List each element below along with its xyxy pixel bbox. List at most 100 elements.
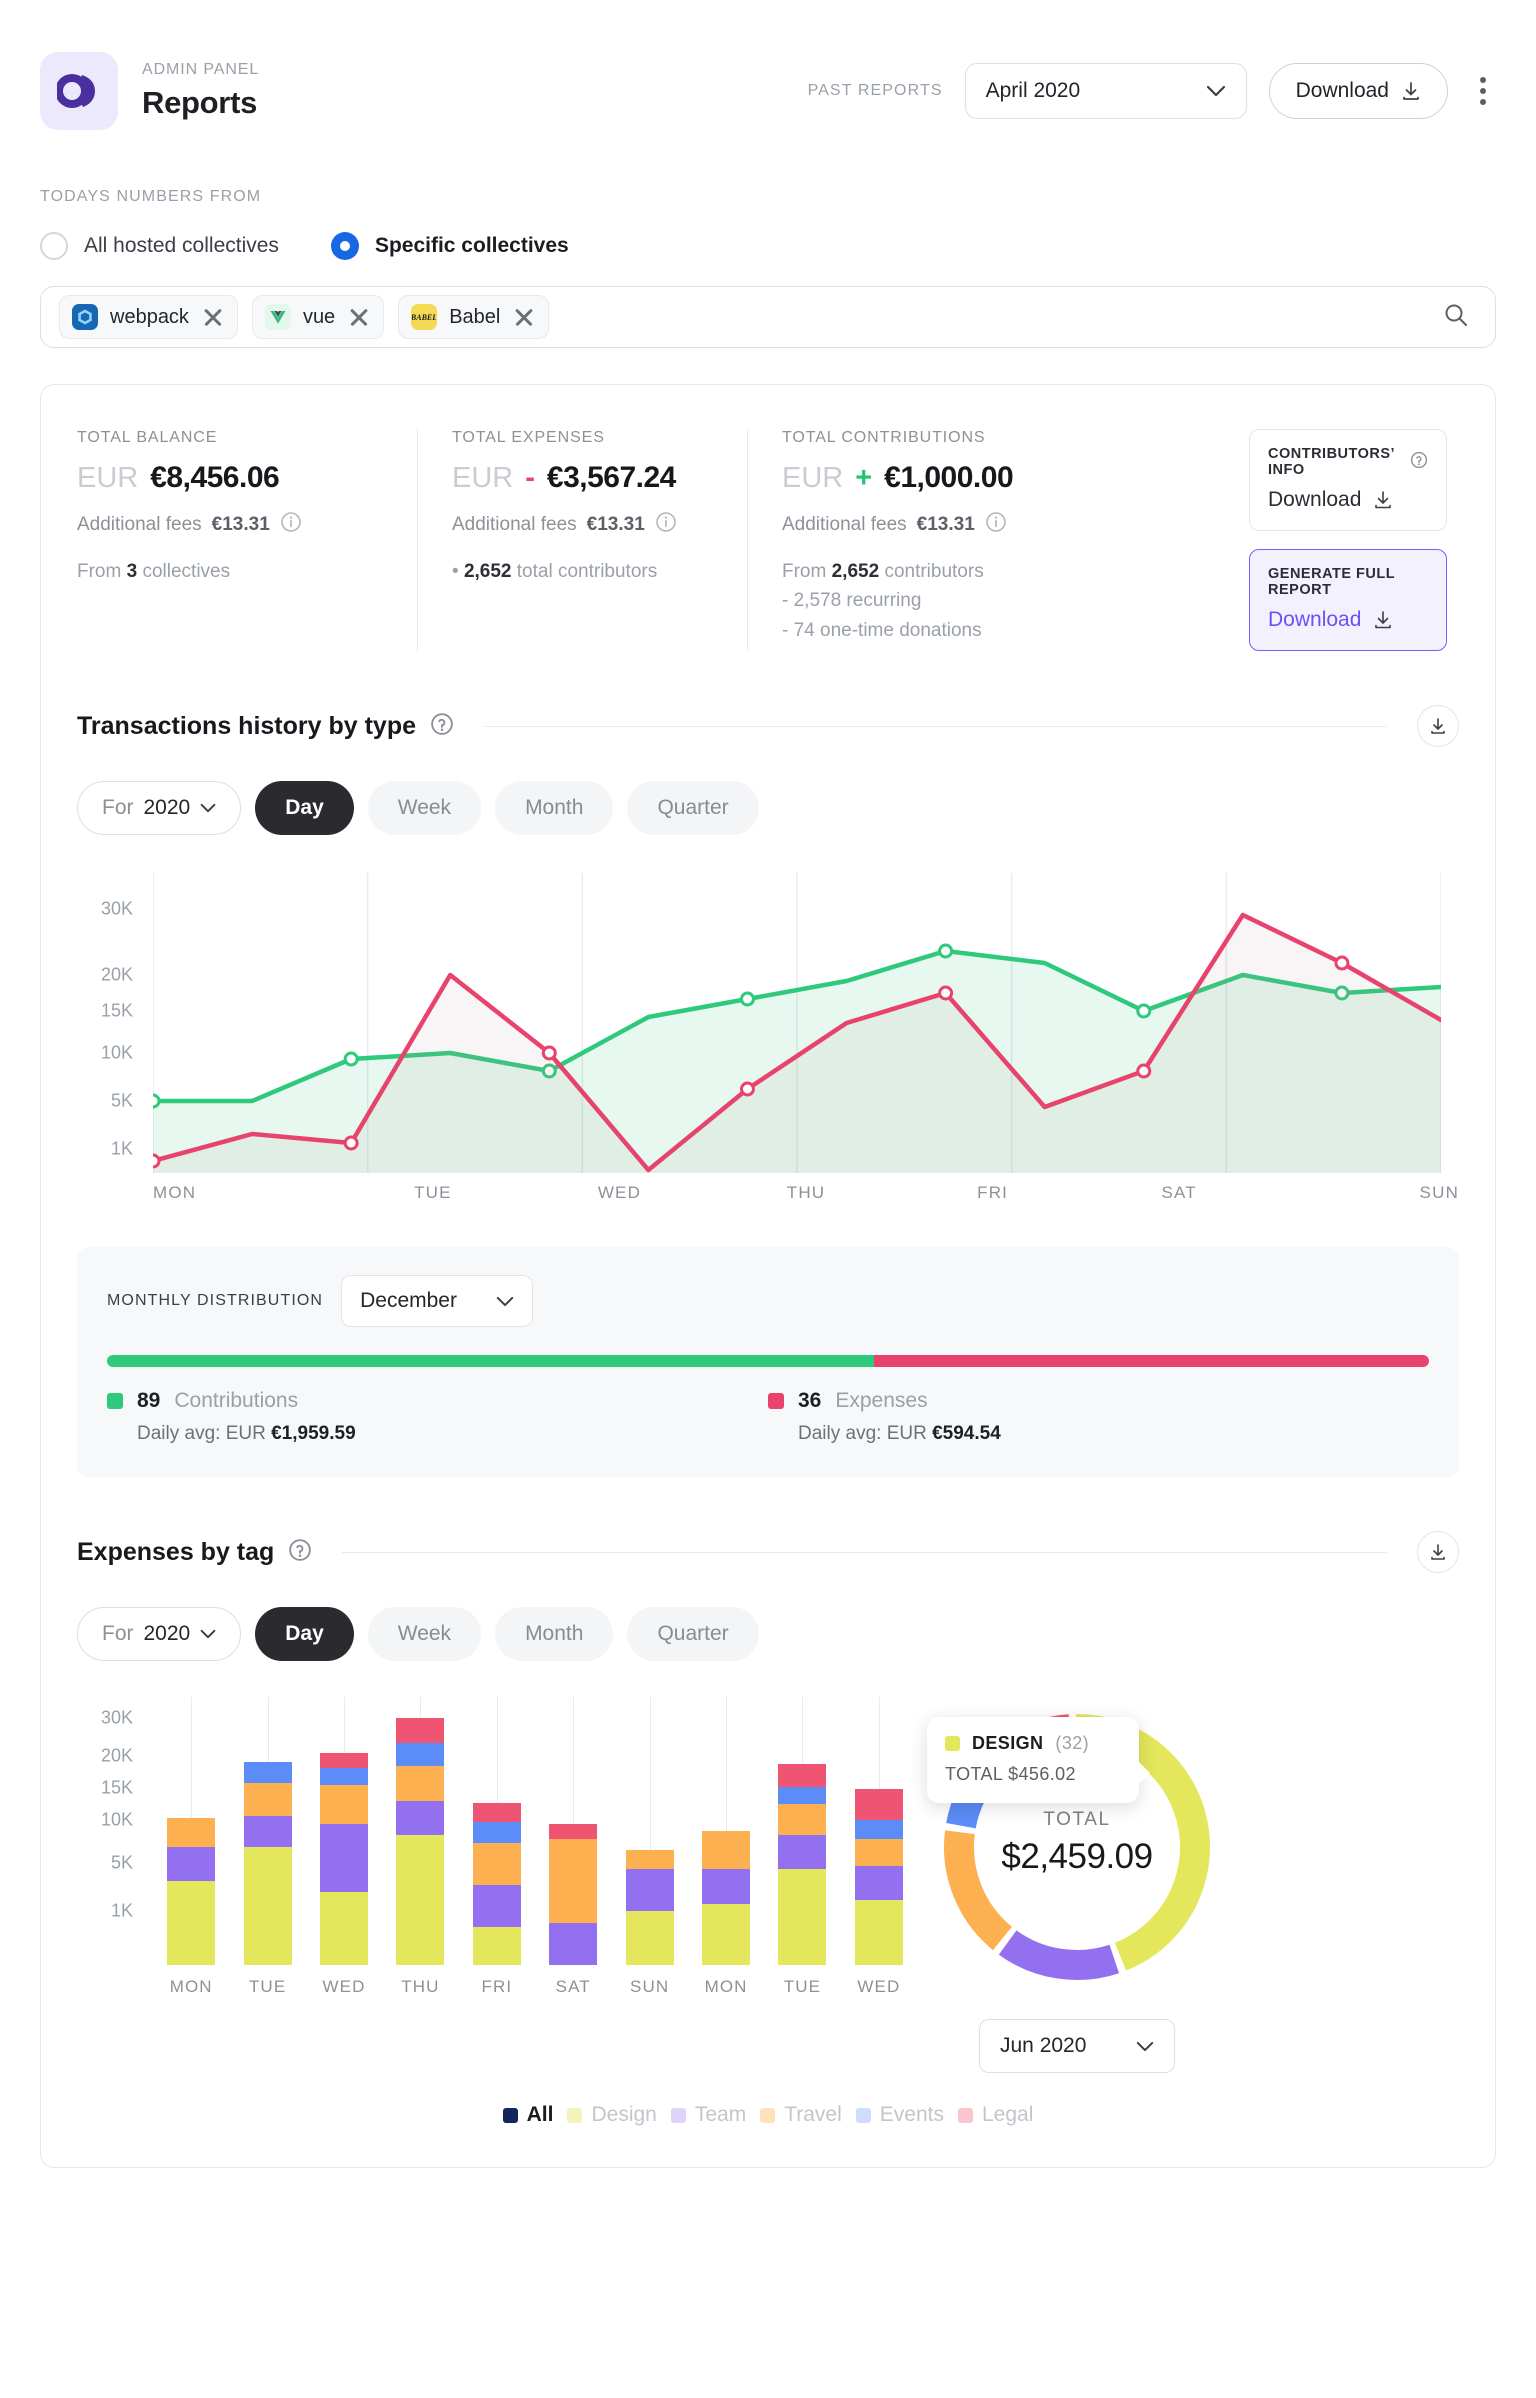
legend-item-legal[interactable]: Legal (958, 2103, 1033, 2127)
bar-segment-travel[interactable] (626, 1850, 674, 1869)
bar-segment-travel[interactable] (473, 1843, 521, 1885)
bar-segment-team[interactable] (473, 1885, 521, 1927)
bar-segment-design[interactable] (396, 1835, 444, 1965)
help-icon[interactable] (288, 1538, 312, 1567)
bar-segment-legal[interactable] (473, 1803, 521, 1822)
radio-specific-collectives[interactable]: Specific collectives (331, 232, 569, 260)
bar-column[interactable] (611, 1697, 687, 1965)
bar-segment-legal[interactable] (320, 1753, 368, 1768)
bar-column[interactable] (229, 1697, 305, 1965)
search-icon[interactable] (1443, 302, 1469, 333)
bar-column[interactable] (153, 1697, 229, 1965)
range-tab-month[interactable]: Month (495, 781, 613, 835)
bar-segment-events[interactable] (855, 1820, 903, 1839)
bar-segment-legal[interactable] (549, 1824, 597, 1839)
legend-item-design[interactable]: Design (567, 2103, 656, 2127)
expenses-range-tab-week[interactable]: Week (368, 1607, 481, 1661)
bar-column[interactable] (459, 1697, 535, 1965)
bar-column[interactable] (306, 1697, 382, 1965)
stacked-bar[interactable] (778, 1764, 826, 1965)
legend-item-events[interactable]: Events (856, 2103, 944, 2127)
bar-segment-team[interactable] (549, 1923, 597, 1965)
bar-segment-team[interactable] (626, 1869, 674, 1911)
range-tab-week[interactable]: Week (368, 781, 481, 835)
past-reports-select[interactable]: April 2020 (965, 63, 1247, 119)
collective-chip-vue[interactable]: vue (252, 295, 384, 339)
bar-segment-design[interactable] (244, 1847, 292, 1966)
collective-search-bar[interactable]: webpack vue BABEL Babel (40, 286, 1496, 348)
expenses-range-tab-month[interactable]: Month (495, 1607, 613, 1661)
bar-segment-legal[interactable] (396, 1718, 444, 1743)
info-icon[interactable] (655, 511, 677, 539)
bar-segment-design[interactable] (855, 1900, 903, 1965)
bar-segment-design[interactable] (702, 1904, 750, 1965)
expenses-range-tab-day[interactable]: Day (255, 1607, 354, 1661)
bar-segment-team[interactable] (320, 1824, 368, 1893)
transactions-download-button[interactable] (1417, 705, 1459, 747)
range-tab-day[interactable]: Day (255, 781, 354, 835)
stacked-bar[interactable] (320, 1753, 368, 1965)
bar-segment-design[interactable] (320, 1892, 368, 1965)
radio-all-hosted-collectives[interactable]: All hosted collectives (40, 232, 279, 260)
bar-segment-travel[interactable] (244, 1783, 292, 1815)
distribution-month-select[interactable]: December (341, 1275, 533, 1327)
bar-segment-team[interactable] (702, 1869, 750, 1903)
bar-segment-team[interactable] (855, 1866, 903, 1900)
bar-segment-travel[interactable] (702, 1831, 750, 1869)
bar-column[interactable] (688, 1697, 764, 1965)
bar-segment-travel[interactable] (855, 1839, 903, 1866)
bar-segment-events[interactable] (778, 1787, 826, 1804)
bar-segment-team[interactable] (396, 1801, 444, 1835)
donut-month-select[interactable]: Jun 2020 (979, 2019, 1175, 2073)
bar-segment-events[interactable] (396, 1743, 444, 1766)
generate-full-report-card[interactable]: GENERATE FULL REPORT Download (1249, 549, 1447, 651)
stacked-bar[interactable] (702, 1831, 750, 1965)
bar-segment-travel[interactable] (167, 1818, 215, 1847)
more-options-button[interactable] (1470, 71, 1496, 111)
stacked-bar[interactable] (167, 1818, 215, 1965)
bar-column[interactable] (535, 1697, 611, 1965)
bar-segment-events[interactable] (473, 1822, 521, 1843)
bar-segment-travel[interactable] (549, 1839, 597, 1923)
bar-segment-events[interactable] (244, 1762, 292, 1783)
expenses-year-select[interactable]: For 2020 (77, 1607, 241, 1661)
remove-chip-icon[interactable] (201, 305, 225, 329)
contributors-info-card[interactable]: CONTRIBUTORS’ INFO Download (1249, 429, 1447, 531)
help-icon[interactable] (430, 712, 454, 741)
collective-chip-webpack[interactable]: webpack (59, 295, 238, 339)
expenses-download-button[interactable] (1417, 1531, 1459, 1573)
bar-segment-team[interactable] (778, 1835, 826, 1869)
bar-segment-team[interactable] (167, 1847, 215, 1881)
bar-segment-design[interactable] (626, 1911, 674, 1965)
stacked-bar[interactable] (855, 1789, 903, 1965)
download-button[interactable]: Download (1269, 63, 1448, 119)
stacked-bar[interactable] (626, 1850, 674, 1965)
bar-segment-team[interactable] (244, 1816, 292, 1847)
stacked-bar[interactable] (549, 1824, 597, 1965)
bar-column[interactable] (841, 1697, 917, 1965)
legend-item-team[interactable]: Team (671, 2103, 746, 2127)
legend-item-all[interactable]: All (503, 2103, 554, 2127)
bar-segment-travel[interactable] (396, 1766, 444, 1800)
bar-segment-legal[interactable] (855, 1789, 903, 1820)
bar-column[interactable] (764, 1697, 840, 1965)
bar-segment-design[interactable] (473, 1927, 521, 1965)
range-tab-quarter[interactable]: Quarter (627, 781, 758, 835)
bar-segment-travel[interactable] (778, 1804, 826, 1835)
transactions-year-select[interactable]: For 2020 (77, 781, 241, 835)
bar-segment-legal[interactable] (778, 1764, 826, 1787)
collective-chip-babel[interactable]: BABEL Babel (398, 295, 549, 339)
bar-segment-design[interactable] (778, 1869, 826, 1965)
stacked-bar[interactable] (244, 1762, 292, 1965)
help-icon[interactable] (1410, 451, 1428, 473)
info-icon[interactable] (280, 511, 302, 539)
info-icon[interactable] (985, 511, 1007, 539)
legend-item-travel[interactable]: Travel (760, 2103, 842, 2127)
bar-column[interactable] (382, 1697, 458, 1965)
remove-chip-icon[interactable] (512, 305, 536, 329)
stacked-bar[interactable] (396, 1718, 444, 1965)
donut-slice-team[interactable] (1008, 1942, 1115, 1965)
remove-chip-icon[interactable] (347, 305, 371, 329)
bar-segment-travel[interactable] (320, 1785, 368, 1823)
bar-segment-events[interactable] (320, 1768, 368, 1785)
